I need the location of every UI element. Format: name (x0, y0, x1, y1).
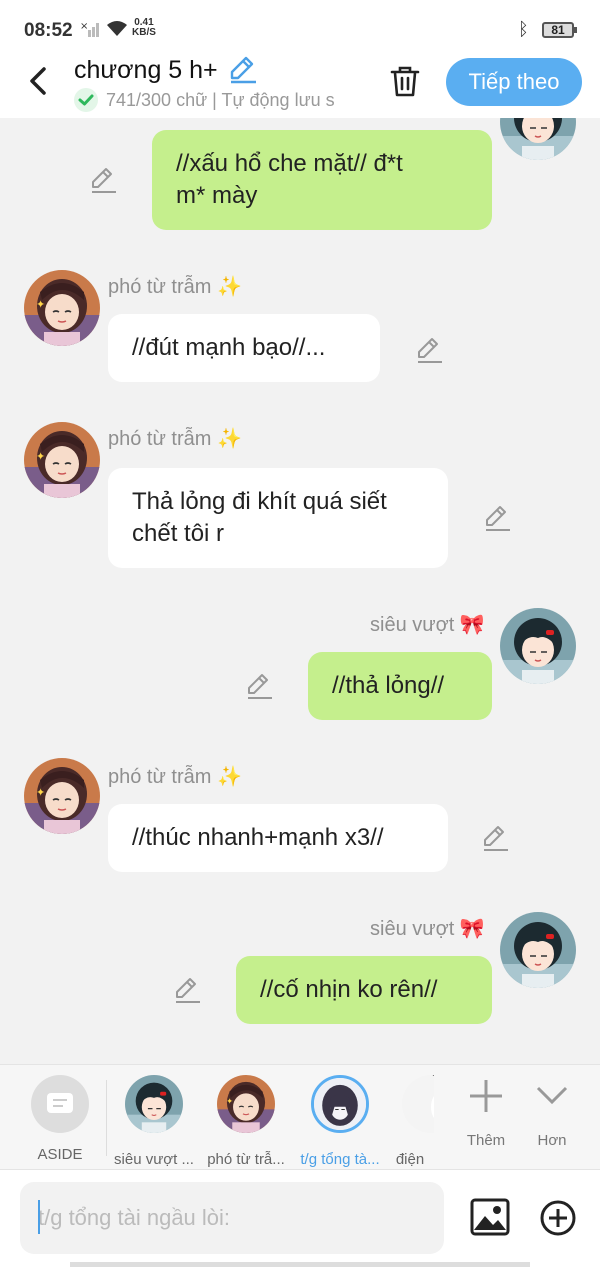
edit-message-icon[interactable] (174, 976, 202, 1004)
speaker-name: phó từ trẫm ✨ (108, 274, 242, 299)
role-label: t/g tổng tà... (300, 1151, 380, 1168)
edit-message-icon[interactable] (246, 672, 274, 700)
more-roles-button[interactable]: Thêm (456, 1076, 516, 1149)
sparkle-emoji: ✨ (217, 428, 242, 450)
avatar-sieu-vuot[interactable] (500, 912, 576, 988)
role-sieu-vuot[interactable]: siêu vượt ... (104, 1074, 204, 1168)
back-arrow-icon[interactable] (24, 64, 54, 98)
battery-icon: 81 (542, 22, 577, 38)
avatar-sieu-vuot (124, 1074, 184, 1134)
role-label: phó từ trẫ... (207, 1151, 285, 1168)
message-bubble[interactable]: //xấu hổ che mặt// đ*t m* mày (152, 130, 492, 230)
chat-area[interactable]: //xấu hổ che mặt// đ*t m* mày phó từ trẫ… (0, 118, 600, 1064)
edit-message-icon[interactable] (90, 166, 118, 194)
bluetooth-icon: ᛒ (518, 19, 529, 39)
status-bar: 08:52 × 0.41 KB/S ᛒ 81 (0, 0, 600, 56)
chapter-title[interactable]: chương 5 h+ (74, 56, 218, 85)
avatar-dien (402, 1075, 434, 1133)
avatar-pho-tu-tram (216, 1074, 276, 1134)
edit-message-icon[interactable] (482, 824, 510, 852)
speaker-name-text: phó từ trẫm (108, 428, 212, 450)
divider (106, 1080, 107, 1156)
add-circle-icon[interactable] (540, 1200, 576, 1236)
speaker-name: phó từ trẫm ✨ (108, 764, 242, 789)
role-aside[interactable]: ASIDE (10, 1075, 110, 1163)
aside-icon (31, 1075, 89, 1133)
sparkle-emoji: ✨ (217, 766, 242, 788)
ribbon-emoji: 🎀 (459, 918, 485, 940)
role-label: điện (395, 1151, 425, 1168)
home-indicator (70, 1262, 530, 1267)
message-bubble[interactable]: //thả lỏng// (308, 652, 492, 720)
avatar-sieu-vuot[interactable] (500, 118, 576, 160)
message-bubble[interactable]: Thả lỏng đi khít quá siết chết tôi r (108, 468, 448, 568)
speaker-name: siêu vượt 🎀 (370, 612, 485, 637)
network-speed-unit: KB/S (132, 27, 156, 38)
text-cursor (38, 1200, 40, 1234)
svg-text:×: × (80, 21, 88, 32)
avatar-tg-tong-tai (311, 1075, 369, 1133)
message-input[interactable] (20, 1182, 444, 1254)
less-label: Hơn (537, 1132, 567, 1149)
role-label: siêu vượt ... (114, 1151, 194, 1168)
edit-title-icon[interactable] (228, 56, 258, 84)
chevron-down-icon (536, 1086, 568, 1105)
role-pho-tu-tram[interactable]: phó từ trẫ... (196, 1074, 296, 1168)
message-bubble[interactable]: //thúc nhanh+mạnh x3// (108, 804, 448, 872)
signal-icon: × (80, 21, 99, 37)
ribbon-emoji: 🎀 (459, 614, 485, 636)
role-tg-tong-tai[interactable]: t/g tổng tà... (290, 1075, 390, 1168)
avatar-pho-tu-tram[interactable] (24, 758, 100, 834)
edit-message-icon[interactable] (484, 504, 512, 532)
editor-header: chương 5 h+ 741/300 chữ | Tự động lưu s … (0, 56, 600, 118)
avatar-pho-tu-tram[interactable] (24, 422, 100, 498)
edit-message-icon[interactable] (416, 336, 444, 364)
plus-icon (470, 1080, 502, 1112)
word-count-status: 741/300 chữ | Tự động lưu s (106, 90, 335, 110)
speaker-name: siêu vượt 🎀 (370, 916, 485, 941)
message-bubble[interactable]: //đút mạnh bạo//... (108, 314, 380, 382)
speaker-name-text: siêu vượt (370, 918, 455, 940)
network-speed: 0.41 KB/S (132, 18, 156, 38)
message-bubble[interactable]: //cố nhịn ko rên// (236, 956, 492, 1024)
next-button[interactable]: Tiếp theo (446, 58, 582, 106)
more-label: Thêm (466, 1132, 506, 1149)
trash-icon[interactable] (388, 64, 422, 98)
speaker-name-text: siêu vượt (370, 614, 455, 636)
speaker-name-text: phó từ trẫm (108, 276, 212, 298)
collapse-button[interactable]: Hơn (522, 1076, 582, 1149)
saved-check-icon (74, 88, 98, 112)
wifi-icon (107, 21, 127, 36)
status-time: 08:52 (24, 20, 73, 41)
input-bar (0, 1170, 600, 1267)
avatar-pho-tu-tram[interactable] (24, 270, 100, 346)
speaker-name: phó từ trẫm ✨ (108, 426, 242, 451)
image-icon[interactable] (470, 1198, 510, 1236)
avatar-sieu-vuot[interactable] (500, 608, 576, 684)
role-label: ASIDE (37, 1146, 83, 1163)
speaker-name-text: phó từ trẫm (108, 766, 212, 788)
sparkle-emoji: ✨ (217, 276, 242, 298)
role-dien[interactable]: điện (386, 1075, 434, 1168)
